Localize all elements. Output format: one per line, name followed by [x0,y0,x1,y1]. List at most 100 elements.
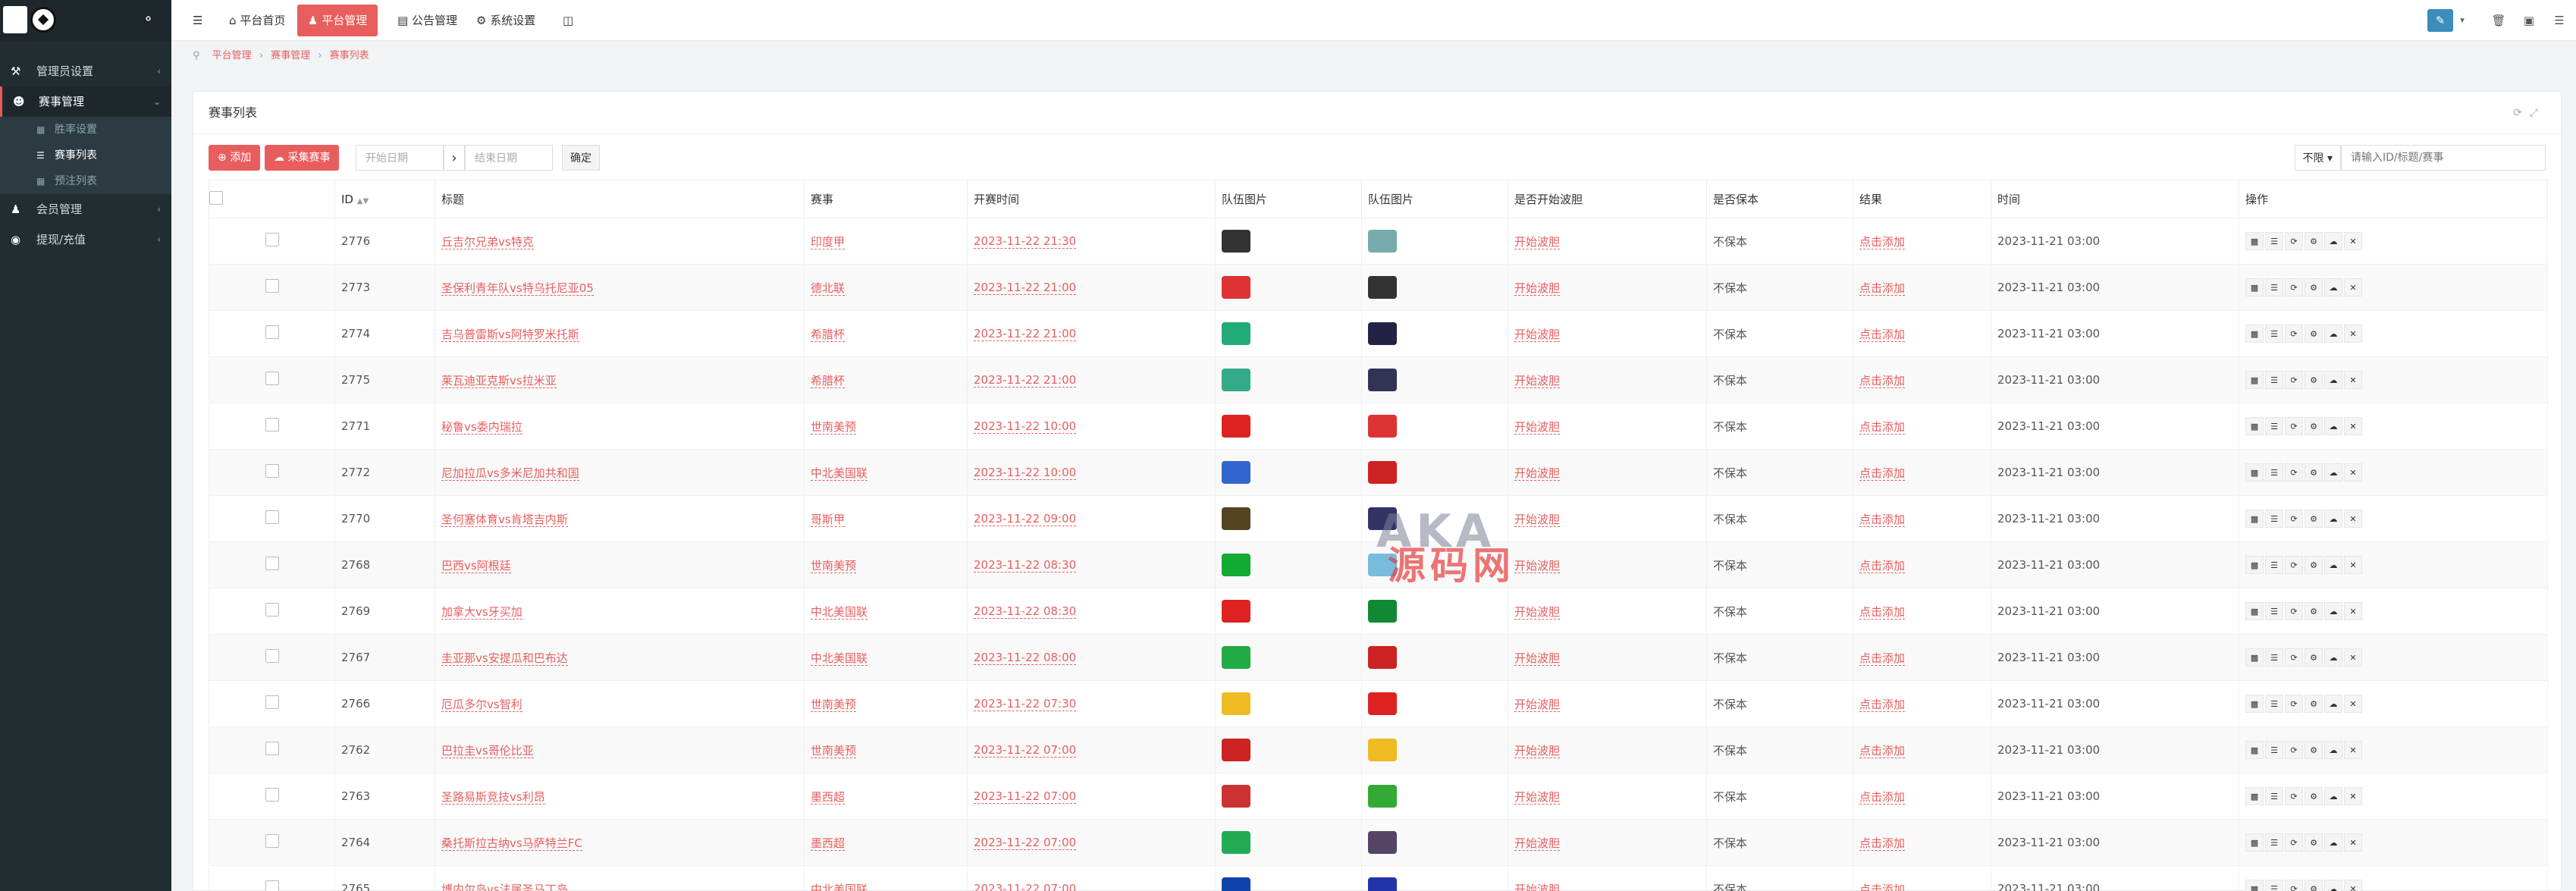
gear-icon[interactable]: ⚙ [2305,278,2323,296]
cell-start-time[interactable]: 2023-11-22 08:00 [974,651,1077,665]
cell-title[interactable]: 圭亚那vs安提瓜和巴布达 [441,651,568,666]
select-all-checkbox[interactable] [209,190,223,205]
gear-icon[interactable]: ⚙ [2305,325,2323,343]
cell-result[interactable]: 点击添加 [1859,882,1906,891]
row-checkbox[interactable] [265,418,279,431]
close-icon[interactable]: ✕ [2344,880,2362,891]
cell-bodan[interactable]: 开始波胆 [1514,697,1561,712]
cell-league[interactable]: 希腊杯 [811,327,846,342]
fullscreen-icon[interactable]: ▣ [2518,9,2540,32]
cell-start-time[interactable]: 2023-11-22 08:30 [974,558,1077,573]
column-header-id[interactable]: ID ▲▼ [334,180,435,218]
cell-result[interactable]: 点击添加 [1859,466,1906,481]
refresh-icon[interactable]: ⟳ [2285,556,2303,574]
sidebar-item-admin-settings[interactable]: ⚒ 管理员设置 ‹ [0,56,171,86]
cell-result[interactable]: 点击添加 [1859,512,1906,527]
cell-start-time[interactable]: 2023-11-22 08:30 [974,604,1077,619]
close-icon[interactable]: ✕ [2344,510,2362,528]
drop-icon[interactable]: ⚬ [143,11,154,27]
cell-league[interactable]: 中北美国联 [811,466,868,481]
cell-title[interactable]: 丘吉尔兄弟vs特克 [441,234,534,249]
sidebar-subitem-win-rate[interactable]: ▦ 胜率设置 [0,117,171,143]
gear-icon[interactable]: ⚙ [2305,463,2323,482]
cell-title[interactable]: 吉乌普雷斯vs阿特罗米托斯 [441,327,579,342]
cell-start-time[interactable]: 2023-11-22 07:30 [974,697,1077,711]
sidebar-subitem-match-list[interactable]: ☰ 赛事列表 [0,143,171,168]
cell-start-time[interactable]: 2023-11-22 21:30 [974,234,1077,249]
cell-start-time[interactable]: 2023-11-22 21:00 [974,327,1077,341]
row-checkbox[interactable] [265,372,279,385]
stats-icon[interactable]: ▩ [2245,741,2264,759]
row-checkbox[interactable] [265,834,279,848]
close-icon[interactable]: ✕ [2344,232,2362,250]
row-checkbox[interactable] [265,788,279,802]
search-input[interactable] [2341,145,2546,171]
cell-bodan[interactable]: 开始波胆 [1514,789,1561,805]
cloud-icon[interactable]: ☁ [2324,648,2342,667]
cloud-icon[interactable]: ☁ [2324,510,2342,528]
refresh-icon[interactable]: ⟳ [2285,510,2303,528]
cell-bodan[interactable]: 开始波胆 [1514,558,1561,573]
close-icon[interactable]: ✕ [2344,648,2362,667]
logo[interactable]: ⚬ [0,0,171,41]
cell-bodan[interactable]: 开始波胆 [1514,466,1561,481]
cloud-icon[interactable]: ☁ [2324,556,2342,574]
tab-system-settings[interactable]: ⚙ 系统设置 [466,5,546,36]
cell-title[interactable]: 博内尔岛vs法属圣马丁岛 [441,882,568,891]
stats-icon[interactable]: ▩ [2245,232,2264,250]
stats-icon[interactable]: ▩ [2245,833,2264,852]
cloud-icon[interactable]: ☁ [2324,787,2342,805]
row-checkbox[interactable] [265,742,279,755]
cell-league[interactable]: 哥斯甲 [811,512,846,527]
cell-start-time[interactable]: 2023-11-22 07:00 [974,789,1077,804]
gear-icon[interactable]: ⚙ [2305,741,2323,759]
cell-start-time[interactable]: 2023-11-22 10:00 [974,419,1077,434]
cell-bodan[interactable]: 开始波胆 [1514,281,1561,296]
confirm-button[interactable]: 确定 [562,145,600,171]
close-icon[interactable]: ✕ [2344,833,2362,852]
refresh-icon[interactable]: ⟳ [2285,648,2303,667]
cell-bodan[interactable]: 开始波胆 [1514,419,1561,435]
cell-start-time[interactable]: 2023-11-22 09:00 [974,512,1077,526]
row-checkbox[interactable] [265,880,279,891]
cell-start-time[interactable]: 2023-11-22 21:00 [974,281,1077,295]
refresh-icon[interactable]: ⟳ [2285,880,2303,891]
list-icon[interactable]: ☰ [2265,325,2283,343]
cell-result[interactable]: 点击添加 [1859,743,1906,758]
list-icon[interactable]: ☰ [2265,371,2283,389]
cell-bodan[interactable]: 开始波胆 [1514,882,1561,891]
filter-dropdown[interactable]: 不限 ▾ [2294,145,2341,171]
list-icon[interactable]: ☰ [2265,278,2283,296]
list-icon[interactable]: ☰ [2265,833,2283,852]
avatar[interactable]: ✎ [2427,9,2453,32]
breadcrumb-item[interactable]: 平台管理 [212,50,252,61]
close-icon[interactable]: ✕ [2344,741,2362,759]
cloud-icon[interactable]: ☁ [2324,741,2342,759]
gear-icon[interactable]: ⚙ [2305,556,2323,574]
close-icon[interactable]: ✕ [2344,325,2362,343]
row-checkbox[interactable] [265,325,279,339]
cloud-icon[interactable]: ☁ [2324,695,2342,713]
menu-toggle-icon[interactable]: ☰ [182,5,213,36]
stats-icon[interactable]: ▩ [2245,278,2264,296]
refresh-icon[interactable]: ⟳ [2285,695,2303,713]
close-icon[interactable]: ✕ [2344,417,2362,435]
end-date-input[interactable]: 结束日期 [465,145,553,171]
gear-icon[interactable]: ⚙ [2305,787,2323,805]
collect-matches-button[interactable]: ☁ 采集赛事 [265,145,340,171]
cell-bodan[interactable]: 开始波胆 [1514,327,1561,342]
cloud-icon[interactable]: ☁ [2324,232,2342,250]
cell-league[interactable]: 墨西超 [811,836,846,851]
cell-title[interactable]: 圣保利青年队vs特乌托尼亚05 [441,281,594,296]
start-date-input[interactable]: 开始日期 [356,145,444,171]
cloud-icon[interactable]: ☁ [2324,463,2342,482]
refresh-icon[interactable]: ⟳ [2285,463,2303,482]
close-icon[interactable]: ✕ [2344,695,2362,713]
close-icon[interactable]: ✕ [2344,463,2362,482]
tab-platform-management[interactable]: ♟ 平台管理 [297,5,378,36]
stats-icon[interactable]: ▩ [2245,417,2264,435]
cloud-icon[interactable]: ☁ [2324,417,2342,435]
cell-title[interactable]: 圣路易斯竞技vs利昂 [441,789,545,805]
cloud-icon[interactable]: ☁ [2324,602,2342,620]
cell-result[interactable]: 点击添加 [1859,281,1906,296]
